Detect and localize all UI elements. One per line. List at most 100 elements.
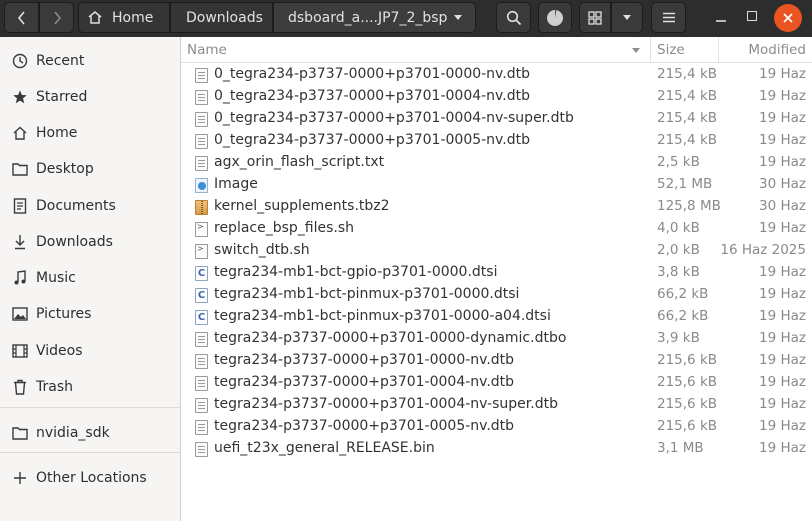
file-list: Name Size Modified 0_tegra234-p3737-0000… (181, 37, 812, 521)
sort-descending-icon (632, 48, 640, 53)
table-row[interactable]: tegra234-p3737-0000+p3701-0005-nv.dtb 215… (181, 416, 812, 438)
breadcrumb-home[interactable]: Home (78, 2, 170, 33)
file-modified: 19 Haz (759, 374, 806, 390)
sidebar-item-documents[interactable]: Documents (0, 189, 180, 223)
file-name: tegra234-mb1-bct-pinmux-p3701-0000-a04.d… (214, 308, 551, 324)
sidebar-item-desktop[interactable]: Desktop (0, 152, 180, 186)
file-name: Image (214, 176, 258, 192)
view-options-button[interactable] (611, 2, 643, 33)
sidebar-item-music[interactable]: Music (0, 261, 180, 295)
operations-button[interactable] (538, 2, 572, 33)
text-file-icon (195, 112, 208, 127)
search-icon (506, 10, 521, 25)
script-file-icon (195, 222, 208, 237)
table-row[interactable]: uefi_t23x_general_RELEASE.bin 3,1 MB 19 Ha… (181, 438, 812, 460)
file-size: 125,8 MB (657, 198, 721, 214)
sidebar-divider (0, 452, 180, 453)
forward-button[interactable] (39, 2, 74, 33)
sidebar-item-other-locations[interactable]: Other Locations (0, 461, 180, 495)
file-size: 215,6 kB (657, 374, 718, 390)
sidebar: Recent Starred Home Desktop Documents Do… (0, 37, 181, 521)
file-name: tegra234-p3737-0000+p3701-0004-nv.dtb (214, 374, 515, 390)
file-name: tegra234-p3737-0000+p3701-0000-dynamic.d… (214, 330, 567, 346)
file-size: 215,6 kB (657, 418, 718, 434)
file-size: 2,5 kB (657, 154, 700, 170)
trash-icon (11, 378, 29, 396)
breadcrumb-current-folder[interactable]: dsboard_a....JP7_2_bsp (273, 2, 476, 33)
file-size: 52,1 MB (657, 176, 713, 192)
sidebar-item-label: nvidia_sdk (36, 425, 110, 441)
table-row[interactable]: replace_bsp_files.sh 4,0 kB 19 Haz (181, 218, 812, 240)
text-file-icon (195, 398, 208, 413)
file-size: 66,2 kB (657, 286, 709, 302)
table-row[interactable]: Ctegra234-mb1-bct-pinmux-p3701-0000-a04.… (181, 306, 812, 328)
file-name: 0_tegra234-p3737-0000+p3701-0005-nv.dtb (214, 132, 530, 148)
text-file-icon (195, 332, 208, 347)
image-file-icon (195, 178, 208, 193)
table-row[interactable]: kernel_supplements.tbz2 125,8 MB 30 Haz (181, 196, 812, 218)
sidebar-item-home[interactable]: Home (0, 116, 180, 150)
table-row[interactable]: 0_tegra234-p3737-0000+p3701-0000-nv.dtb 2… (181, 64, 812, 86)
breadcrumb-downloads-label: Downloads (186, 9, 263, 26)
sidebar-item-videos[interactable]: Videos (0, 334, 180, 368)
column-header-size[interactable]: Size (657, 42, 685, 58)
file-modified: 19 Haz (759, 418, 806, 434)
file-size: 2,0 kB (657, 242, 700, 258)
text-file-icon (195, 376, 208, 391)
column-divider[interactable] (718, 37, 719, 63)
minimize-icon (716, 20, 726, 22)
table-row[interactable]: 0_tegra234-p3737-0000+p3701-0005-nv.dtb 2… (181, 130, 812, 152)
table-row[interactable]: 0_tegra234-p3737-0000+p3701-0004-nv.dtb 2… (181, 86, 812, 108)
table-row[interactable]: Ctegra234-mb1-bct-pinmux-p3701-0000.dtsi… (181, 284, 812, 306)
file-modified: 19 Haz (759, 264, 806, 280)
file-name: tegra234-p3737-0000+p3701-0004-nv-super.… (214, 396, 558, 412)
column-divider[interactable] (650, 37, 651, 63)
sidebar-item-starred[interactable]: Starred (0, 80, 180, 114)
sidebar-item-label: Downloads (36, 234, 113, 250)
menu-button[interactable] (651, 2, 686, 33)
table-row[interactable]: tegra234-p3737-0000+p3701-0000-nv.dtb 215… (181, 350, 812, 372)
download-icon (11, 233, 29, 251)
column-header-modified[interactable]: Modified (748, 42, 806, 58)
sidebar-item-pictures[interactable]: Pictures (0, 297, 180, 331)
file-modified: 30 Haz (759, 176, 806, 192)
archive-file-icon (195, 200, 208, 215)
table-row[interactable]: tegra234-p3737-0000+p3701-0000-dynamic.d… (181, 328, 812, 350)
table-row[interactable]: tegra234-p3737-0000+p3701-0004-nv.dtb 215… (181, 372, 812, 394)
file-name: 0_tegra234-p3737-0000+p3701-0000-nv.dtb (214, 66, 530, 82)
hamburger-icon (662, 12, 675, 23)
video-icon (11, 342, 29, 360)
table-row[interactable]: agx_orin_flash_script.txt 2,5 kB 19 Haz (181, 152, 812, 174)
file-size: 215,4 kB (657, 88, 718, 104)
text-file-icon (195, 420, 208, 435)
sidebar-item-downloads[interactable]: Downloads (0, 225, 180, 259)
table-row[interactable]: switch_dtb.sh 2,0 kB 16 Haz 2025 (181, 240, 812, 262)
table-row[interactable]: Ctegra234-mb1-bct-gpio-p3701-0000.dtsi 3,… (181, 262, 812, 284)
close-button[interactable] (774, 4, 802, 32)
maximize-button[interactable] (747, 11, 757, 21)
file-modified: 19 Haz (759, 308, 806, 324)
home-icon (88, 11, 102, 24)
back-button[interactable] (4, 2, 39, 33)
file-modified: 19 Haz (759, 396, 806, 412)
breadcrumb-downloads[interactable]: Downloads (170, 2, 273, 33)
clock-icon (11, 52, 29, 70)
file-size: 4,0 kB (657, 220, 700, 236)
table-row[interactable]: tegra234-p3737-0000+p3701-0004-nv-super.… (181, 394, 812, 416)
sidebar-item-recent[interactable]: Recent (0, 44, 180, 78)
table-row[interactable]: 0_tegra234-p3737-0000+p3701-0004-nv-supe… (181, 108, 812, 130)
sidebar-item-trash[interactable]: Trash (0, 370, 180, 404)
music-icon (11, 269, 29, 287)
file-name: 0_tegra234-p3737-0000+p3701-0004-nv-supe… (214, 110, 574, 126)
sidebar-item-label: Trash (36, 379, 73, 395)
column-header-name[interactable]: Name (187, 42, 227, 58)
grid-view-button[interactable] (579, 2, 611, 33)
search-button[interactable] (496, 2, 531, 33)
sidebar-item-nvidia-sdk[interactable]: nvidia_sdk (0, 416, 180, 450)
c-source-file-icon: C (195, 266, 208, 281)
text-file-icon (195, 68, 208, 83)
table-row[interactable]: Image 52,1 MB 30 Haz (181, 174, 812, 196)
file-name: tegra234-p3737-0000+p3701-0005-nv.dtb (214, 418, 515, 434)
minimize-button[interactable] (714, 10, 728, 24)
chevron-down-icon (454, 15, 462, 20)
